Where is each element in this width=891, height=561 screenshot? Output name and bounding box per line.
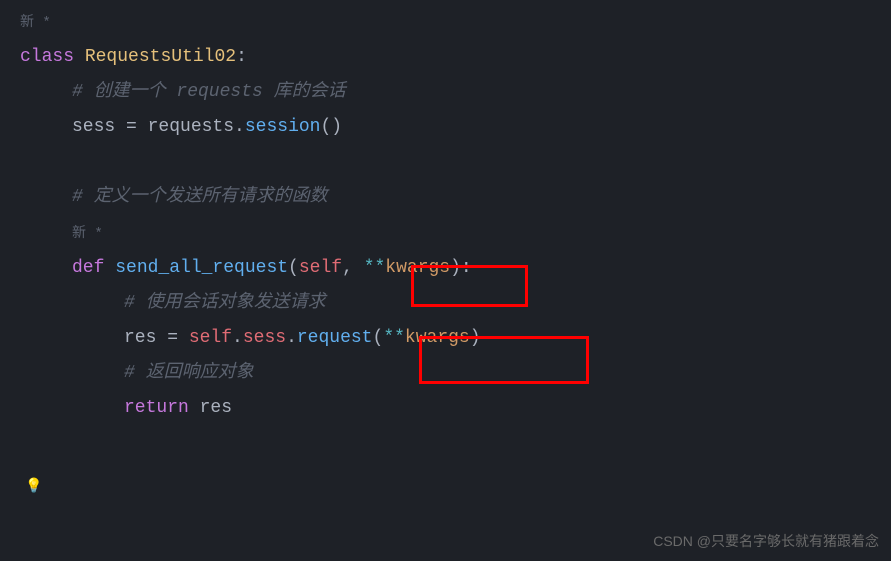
method-session: session [245,117,321,137]
open-paren: ( [288,258,299,278]
keyword-def: def [72,258,104,278]
star-operator: ** [383,328,405,348]
watermark-text: CSDN @只要名字够长就有猪跟着念 [653,528,879,555]
comma: , [342,258,364,278]
dot: . [234,117,245,137]
code-line-def: def send_all_request(self, **kwargs): [20,251,871,286]
var-sess: sess [72,117,115,137]
keyword-return: return [124,398,189,418]
code-line-return: return res [20,391,871,426]
close-paren: ) [470,328,481,348]
new-marker: 新 * [72,226,103,242]
keyword-class: class [20,47,74,67]
code-line-comment2: # 定义一个发送所有请求的函数 [20,180,871,215]
module-requests: requests [148,117,234,137]
dot: . [286,328,297,348]
comment-text: # 定义一个发送所有请求的函数 [72,187,328,207]
code-line-comment: # 创建一个 requests 库的会话 [20,75,871,110]
equals: = [115,117,147,137]
code-line-sess: sess = requests.session() [20,110,871,145]
self-ref: self [189,328,232,348]
comment-text: # 使用会话对象发送请求 [124,293,326,313]
vcs-hint2: 新 * [20,216,871,251]
equals: = [156,328,188,348]
blank-line [20,145,871,180]
function-name: send_all_request [115,258,288,278]
close-paren: ) [450,258,461,278]
method-request: request [297,328,373,348]
param-self: self [299,258,342,278]
dot: . [232,328,243,348]
var-res: res [124,328,156,348]
parens: () [320,117,342,137]
colon: : [236,47,247,67]
colon: : [461,258,472,278]
code-line-comment3: # 使用会话对象发送请求 [20,286,871,321]
comment-text: # 返回响应对象 [124,363,254,383]
new-marker: 新 * [20,15,51,31]
attr-sess: sess [243,328,286,348]
arg-kwargs: kwargs [405,328,470,348]
comment-text: # 创建一个 requests 库的会话 [72,82,346,102]
code-editor[interactable]: 新 * class RequestsUtil02: # 创建一个 request… [0,0,891,431]
code-line-comment4: # 返回响应对象 [20,356,871,391]
open-paren: ( [373,328,384,348]
lightbulb-icon[interactable]: 💡 [25,474,42,501]
code-line-res: res = self.sess.request(**kwargs) [20,321,871,356]
class-name: RequestsUtil02 [85,47,236,67]
code-line-class: class RequestsUtil02: [20,40,871,75]
param-kwargs: kwargs [385,258,450,278]
vcs-hint: 新 * [20,5,871,40]
star-operator: ** [364,258,386,278]
return-value: res [200,398,232,418]
